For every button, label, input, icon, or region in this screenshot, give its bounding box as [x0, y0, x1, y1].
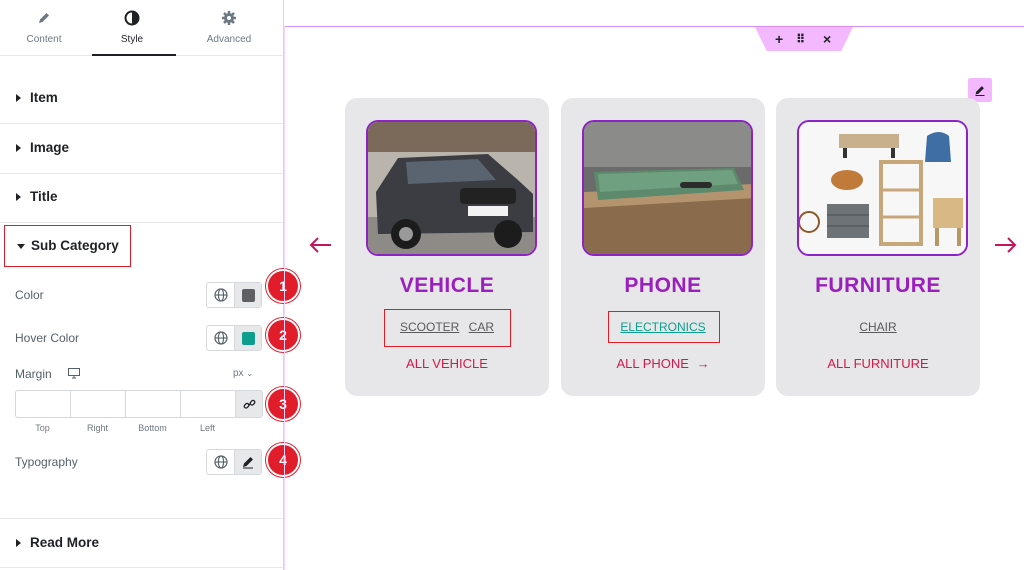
panel-tabs: Content Style Advanced [0, 0, 283, 56]
section-outline-top [284, 26, 1024, 27]
hover-color-picker-button[interactable] [235, 326, 261, 350]
gear-icon [222, 11, 236, 25]
annotation-badge-2: 2 [266, 318, 300, 352]
caret-right-icon [16, 539, 21, 547]
edit-typography-button[interactable] [235, 450, 261, 474]
margin-left-input[interactable] [180, 390, 235, 418]
section-item[interactable]: Item [0, 74, 283, 124]
unit-select[interactable]: px ⌄ [233, 368, 253, 379]
margin-bottom-label: Bottom [138, 423, 167, 433]
hover-color-label: Hover Color [15, 331, 80, 345]
section-sub-category[interactable]: Sub Category [4, 225, 131, 267]
section-image-title: Image [30, 140, 70, 155]
caret-right-icon [16, 94, 21, 102]
card-title: FURNITURE [815, 274, 941, 297]
read-more-link[interactable]: ALL PHONE → [561, 356, 765, 371]
hover-color-control [206, 325, 262, 351]
margin-top-label: Top [35, 423, 50, 433]
caret-down-icon [17, 244, 25, 249]
margin-right-label: Right [86, 423, 108, 433]
pencil-icon [243, 457, 253, 469]
chevron-down-icon: ⌄ [246, 369, 254, 378]
section-read-more-title: Read More [30, 535, 100, 550]
global-typography-button[interactable] [207, 450, 235, 474]
caret-right-icon [16, 193, 21, 201]
color-control [206, 282, 262, 308]
read-more-link[interactable]: ALL FURNITURE [776, 356, 980, 371]
globe-icon [214, 455, 228, 469]
editor-panel: Content Style Advanced Item Image Title … [0, 0, 284, 570]
category-card: FURNITURE CHAIR ALL FURNITURE [776, 98, 980, 396]
subcategory-link[interactable]: CHAIR [859, 320, 896, 334]
color-label: Color [15, 288, 44, 302]
car-photo [366, 120, 537, 256]
subcategory-list: CHAIR [776, 320, 980, 334]
card-title: PHONE [624, 274, 702, 297]
category-card: VEHICLE SCOOTER CAR ALL VEHICLE [345, 98, 549, 396]
link-values-button[interactable] [235, 390, 263, 418]
margin-top-input[interactable] [15, 390, 70, 418]
typography-label: Typography [15, 455, 78, 469]
annotation-badge-3: 3 [266, 387, 300, 421]
furniture-photo [797, 120, 968, 256]
pencil-icon [975, 86, 985, 96]
section-read-more[interactable]: Read More [0, 518, 283, 568]
hover-color-swatch [242, 332, 255, 345]
annotation-badge-4: 4 [266, 443, 300, 477]
card-title: VEHICLE [399, 274, 495, 297]
read-more-link[interactable]: ALL VEHICLE [345, 356, 549, 371]
color-picker-button[interactable] [235, 283, 261, 307]
highlight-box [608, 311, 720, 343]
pencil-icon [39, 13, 49, 23]
global-color-button[interactable] [207, 283, 235, 307]
drag-section-icon[interactable]: ⠿ [796, 32, 805, 46]
margin-right-input[interactable] [70, 390, 125, 418]
arrow-right-icon: → [696, 356, 710, 371]
tab-advanced[interactable]: Advanced [185, 0, 273, 56]
section-sub-category-title: Sub Category [31, 238, 119, 253]
tab-content[interactable]: Content [0, 0, 88, 56]
margin-inputs [15, 390, 263, 418]
active-tab-indicator [92, 54, 176, 56]
margin-left-label: Left [199, 423, 215, 433]
category-card: PHONE ELECTRONICS ALL PHONE → [561, 98, 765, 396]
unit-value: px [233, 368, 244, 379]
tab-style[interactable]: Style [88, 0, 176, 56]
section-title-title: Title [30, 189, 58, 204]
phone-photo [582, 120, 753, 256]
close-section-icon[interactable]: × [823, 31, 831, 47]
globe-icon [214, 331, 228, 345]
tab-advanced-label: Advanced [206, 34, 252, 45]
typography-control [206, 449, 262, 475]
globe-icon [214, 288, 228, 302]
desktop-icon[interactable] [68, 368, 80, 379]
next-arrow-icon[interactable] [993, 236, 1019, 254]
color-swatch [242, 289, 255, 302]
margin-bottom-input[interactable] [125, 390, 180, 418]
add-section-icon[interactable]: + [775, 31, 783, 47]
tab-content-label: Content [26, 34, 62, 45]
highlight-box [384, 309, 511, 347]
global-hover-color-button[interactable] [207, 326, 235, 350]
section-title[interactable]: Title [0, 173, 283, 223]
section-handle[interactable]: + ⠿ × [755, 27, 853, 51]
margin-label: Margin [15, 367, 52, 381]
read-more-label: ALL PHONE [616, 356, 689, 371]
prev-arrow-icon[interactable] [308, 236, 334, 254]
tab-style-label: Style [120, 34, 144, 45]
half-circle-icon [124, 10, 140, 26]
section-item-title: Item [30, 90, 58, 105]
caret-right-icon [16, 144, 21, 152]
annotation-badge-1: 1 [266, 269, 300, 303]
link-icon [243, 399, 256, 409]
section-image[interactable]: Image [0, 124, 283, 174]
section-outline-left [284, 26, 285, 570]
